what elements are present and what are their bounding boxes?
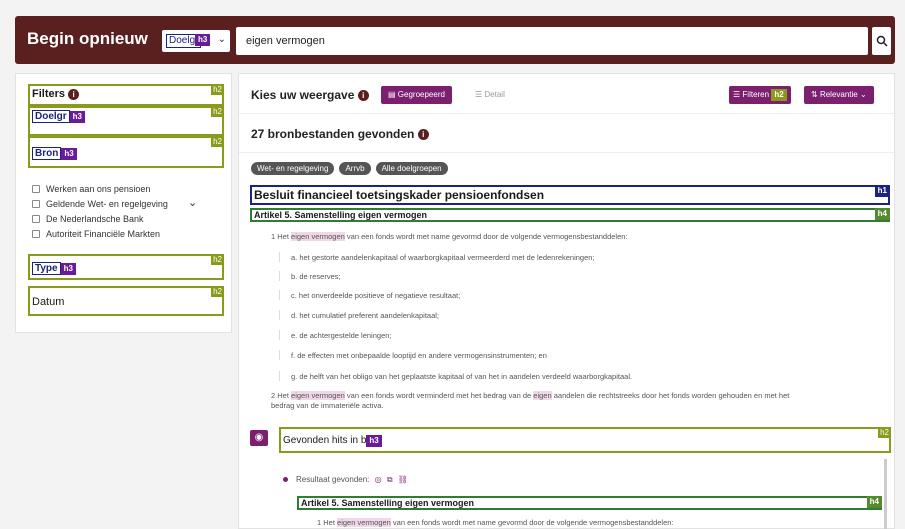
h2-tag: h2 — [211, 136, 224, 147]
option-afm[interactable]: Autoriteit Financiële Markten — [32, 228, 168, 240]
doelgroep-label: Doelgr h3 — [32, 110, 86, 123]
link-icon[interactable]: ⛓ — [398, 475, 408, 484]
chevron-down-icon: ⌄ — [217, 34, 226, 45]
chevron-down-icon[interactable]: ⌄ — [188, 196, 197, 209]
result-count-row: 27 bronbestanden gevonden i — [239, 115, 894, 153]
list-item: c. het onverdeelde positieve of negatiev… — [291, 291, 461, 300]
doelgroep-select[interactable]: Doelgr h3 ⌄ — [162, 30, 230, 52]
document-title[interactable]: Besluit financieel toetsingskader pensio… — [250, 185, 890, 205]
type-label: Type h3 — [32, 262, 76, 275]
eye-icon[interactable]: ◎ — [375, 475, 382, 484]
h4-tag: h4 — [866, 496, 882, 508]
result-count: 27 bronbestanden gevonden i — [251, 127, 429, 141]
results-panel: Kies uw weergave i ▤ Gegroepeerd ☰ Detai… — [238, 73, 895, 529]
filter-panel: Filters i h2 Doelgr h3 h2 Bron h3 h2 Werke… — [15, 73, 232, 333]
indent-bar — [279, 252, 280, 262]
bron-options: Werken aan ons pensioen Geldende Wet- en… — [32, 183, 168, 243]
info-icon: i — [357, 90, 369, 102]
view-title: Kies uw weergave i — [251, 88, 369, 102]
reset-button[interactable]: Begin opnieuw — [27, 29, 148, 49]
option-geldende[interactable]: Geldende Wet- en regelgeving — [32, 198, 168, 210]
indent-bar — [279, 371, 280, 381]
hits-section[interactable]: Gevonden hits in b h3 h2 — [279, 427, 891, 453]
h2-tag: h2 — [211, 286, 224, 297]
option-werken[interactable]: Werken aan ons pensioen — [32, 183, 168, 195]
filter-datum[interactable]: Datum h2 — [28, 286, 224, 316]
h1-tag: h1 — [874, 185, 890, 197]
filter-doelgroep[interactable]: Doelgr h3 h2 — [28, 106, 224, 136]
list-item: g. de helft van het obligo van het gepla… — [291, 372, 633, 381]
filters-header: Filters i h2 — [28, 84, 224, 106]
datum-label: Datum — [32, 296, 65, 308]
info-icon: i — [68, 88, 80, 100]
search-button[interactable] — [872, 27, 891, 55]
search-input[interactable]: eigen vermogen — [236, 27, 868, 55]
h2-tag: h2 — [878, 427, 891, 438]
scroll-indicator — [884, 459, 887, 529]
bullet-icon — [283, 477, 288, 483]
article-title: Artikel 5. Samenstelling eigen vermogen … — [250, 208, 890, 222]
search-value: eigen vermogen — [246, 35, 325, 47]
checkbox[interactable] — [32, 185, 40, 193]
option-dnb[interactable]: De Nederlandsche Bank — [32, 213, 168, 225]
info-icon: i — [417, 129, 429, 141]
paragraph-1: 1 Het eigen vermogen van een fonds wordt… — [271, 232, 628, 241]
result-found-row: Resultaat gevonden: ◎ ⧉ ⛓ — [283, 475, 408, 485]
list-item: a. het gestorte aandelenkapitaal of waar… — [291, 253, 595, 262]
paragraph-2: 2 Het eigen vermogen van een fonds wordt… — [271, 391, 790, 410]
h2-tag: h2 — [211, 106, 224, 117]
indent-bar — [279, 330, 280, 340]
search-icon — [876, 35, 888, 47]
hits-title: Gevonden hits in b h3 — [283, 435, 382, 447]
detail-button[interactable]: ☰ Detail — [475, 86, 505, 104]
active-filters: Wet- en regelgeving Arrvb Alle doelgroep… — [251, 162, 448, 175]
paragraph-3: 1 Het eigen vermogen van een fonds wordt… — [317, 518, 674, 527]
view-toolbar: Kies uw weergave i ▤ Gegroepeerd ☰ Detai… — [239, 74, 894, 114]
article-title-2: Artikel 5. Samenstelling eigen vermogen … — [297, 496, 882, 510]
bron-label: Bron h3 — [32, 147, 77, 160]
filter-button[interactable]: ☰ Filteren h2 — [729, 86, 791, 104]
h3-tag: h3 — [195, 34, 211, 46]
list-item: e. de achtergestelde leningen; — [291, 331, 392, 340]
h4-tag: h4 — [874, 208, 890, 220]
filter-type[interactable]: Type h3 h2 — [28, 254, 224, 280]
indent-bar — [279, 271, 280, 281]
checkbox[interactable] — [32, 230, 40, 238]
filters-title: Filters i — [32, 88, 80, 100]
list-item: b. de reserves; — [291, 272, 341, 281]
indent-bar — [279, 350, 280, 360]
indent-bar — [279, 310, 280, 320]
grouped-button[interactable]: ▤ Gegroepeerd — [381, 86, 452, 104]
filter-chip[interactable]: Wet- en regelgeving — [251, 162, 335, 175]
top-bar: Begin opnieuw Doelgr h3 ⌄ eigen vermogen — [15, 16, 895, 64]
checkbox[interactable] — [32, 200, 40, 208]
list-item: f. de effecten met onbepaalde looptijd e… — [291, 351, 547, 360]
h2-tag: h2 — [211, 254, 224, 265]
filter-chip[interactable]: Alle doelgroepen — [375, 162, 448, 175]
checkbox[interactable] — [32, 215, 40, 223]
h2-tag: h2 — [211, 84, 224, 95]
relevance-button[interactable]: ⇅ Relevantie ⌄ — [804, 86, 874, 104]
list-item: d. het cumulatief preferent aandelenkapi… — [291, 311, 440, 320]
eye-icon[interactable]: ◉ — [250, 430, 268, 446]
indent-bar — [279, 290, 280, 300]
filter-chip[interactable]: Arrvb — [339, 162, 371, 175]
copy-icon[interactable]: ⧉ — [387, 475, 393, 484]
filter-bron[interactable]: Bron h3 h2 — [28, 136, 224, 168]
